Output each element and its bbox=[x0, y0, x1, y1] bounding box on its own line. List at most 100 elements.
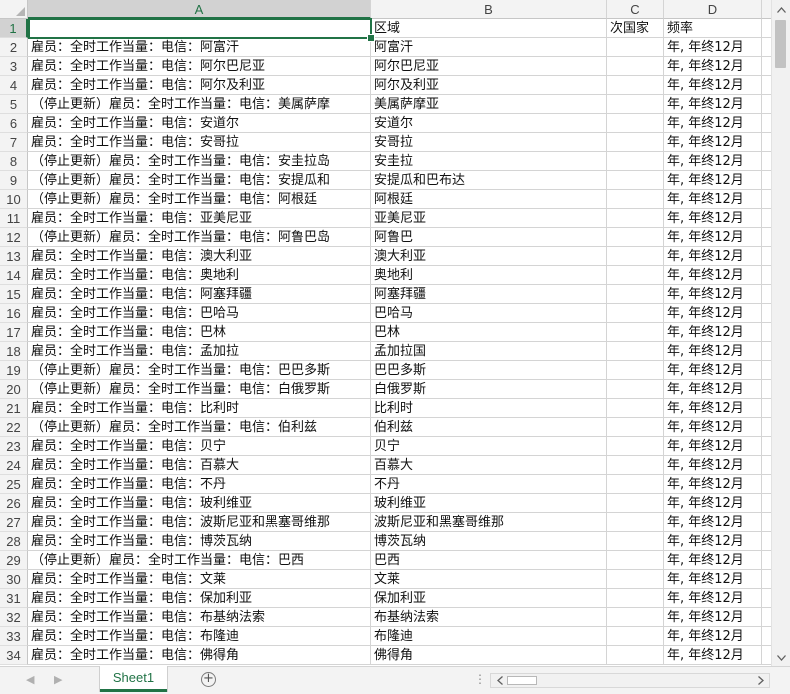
cell-e21[interactable] bbox=[762, 399, 771, 418]
row-header-16[interactable]: 16 bbox=[0, 304, 28, 323]
fill-handle[interactable] bbox=[367, 34, 375, 42]
cell-d29[interactable]: 年, 年终12月 bbox=[664, 551, 762, 570]
cell-b23[interactable]: 贝宁 bbox=[371, 437, 607, 456]
cell-a25[interactable]: 雇员：全时工作当量：电信：不丹 bbox=[28, 475, 371, 494]
row-header-24[interactable]: 24 bbox=[0, 456, 28, 475]
cell-d21[interactable]: 年, 年终12月 bbox=[664, 399, 762, 418]
cell-a6[interactable]: 雇员：全时工作当量：电信：安道尔 bbox=[28, 114, 371, 133]
scroll-right-button[interactable] bbox=[753, 674, 768, 687]
cell-d17[interactable]: 年, 年终12月 bbox=[664, 323, 762, 342]
cell-c18[interactable] bbox=[607, 342, 664, 361]
cell-a15[interactable]: 雇员：全时工作当量：电信：阿塞拜疆 bbox=[28, 285, 371, 304]
row-header-21[interactable]: 21 bbox=[0, 399, 28, 418]
sheet-tab-sheet1[interactable]: Sheet1 bbox=[100, 666, 167, 692]
cell-c2[interactable] bbox=[607, 38, 664, 57]
cell-c6[interactable] bbox=[607, 114, 664, 133]
prev-sheet-arrow-icon[interactable]: ◀ bbox=[26, 673, 34, 686]
cell-e17[interactable] bbox=[762, 323, 771, 342]
cell-b11[interactable]: 亚美尼亚 bbox=[371, 209, 607, 228]
cell-c13[interactable] bbox=[607, 247, 664, 266]
cell-d16[interactable]: 年, 年终12月 bbox=[664, 304, 762, 323]
cell-d3[interactable]: 年, 年终12月 bbox=[664, 57, 762, 76]
cell-c5[interactable] bbox=[607, 95, 664, 114]
row-header-17[interactable]: 17 bbox=[0, 323, 28, 342]
cell-c10[interactable] bbox=[607, 190, 664, 209]
cell-b21[interactable]: 比利时 bbox=[371, 399, 607, 418]
next-sheet-arrow-icon[interactable]: ▶ bbox=[54, 673, 62, 686]
row-header-23[interactable]: 23 bbox=[0, 437, 28, 456]
cell-e1[interactable] bbox=[762, 19, 771, 38]
cell-c26[interactable] bbox=[607, 494, 664, 513]
cell-a21[interactable]: 雇员：全时工作当量：电信：比利时 bbox=[28, 399, 371, 418]
cell-b17[interactable]: 巴林 bbox=[371, 323, 607, 342]
row-header-22[interactable]: 22 bbox=[0, 418, 28, 437]
cell-e19[interactable] bbox=[762, 361, 771, 380]
cell-d10[interactable]: 年, 年终12月 bbox=[664, 190, 762, 209]
cell-a16[interactable]: 雇员：全时工作当量：电信：巴哈马 bbox=[28, 304, 371, 323]
cell-a32[interactable]: 雇员：全时工作当量：电信：布基纳法索 bbox=[28, 608, 371, 627]
column-header-b[interactable]: B bbox=[371, 0, 607, 19]
cell-c30[interactable] bbox=[607, 570, 664, 589]
scroll-down-button[interactable] bbox=[772, 649, 790, 666]
cell-c4[interactable] bbox=[607, 76, 664, 95]
cell-b30[interactable]: 文莱 bbox=[371, 570, 607, 589]
cell-a28[interactable]: 雇员：全时工作当量：电信：博茨瓦纳 bbox=[28, 532, 371, 551]
row-header-5[interactable]: 5 bbox=[0, 95, 28, 114]
cell-e29[interactable] bbox=[762, 551, 771, 570]
cell-a2[interactable]: 雇员：全时工作当量：电信：阿富汗 bbox=[28, 38, 371, 57]
cell-c12[interactable] bbox=[607, 228, 664, 247]
spreadsheet-grid[interactable]: ABCDE 1区域次国家频率2雇员：全时工作当量：电信：阿富汗阿富汗年, 年终1… bbox=[0, 0, 771, 666]
cell-a31[interactable]: 雇员：全时工作当量：电信：保加利亚 bbox=[28, 589, 371, 608]
cell-e12[interactable] bbox=[762, 228, 771, 247]
cell-d8[interactable]: 年, 年终12月 bbox=[664, 152, 762, 171]
row-header-13[interactable]: 13 bbox=[0, 247, 28, 266]
cell-d25[interactable]: 年, 年终12月 bbox=[664, 475, 762, 494]
cell-e18[interactable] bbox=[762, 342, 771, 361]
cell-e14[interactable] bbox=[762, 266, 771, 285]
cell-a5[interactable]: （停止更新）雇员：全时工作当量：电信：美属萨摩 bbox=[28, 95, 371, 114]
cell-e28[interactable] bbox=[762, 532, 771, 551]
cell-a27[interactable]: 雇员：全时工作当量：电信：波斯尼亚和黑塞哥维那 bbox=[28, 513, 371, 532]
cell-e3[interactable] bbox=[762, 57, 771, 76]
cell-c25[interactable] bbox=[607, 475, 664, 494]
cell-c24[interactable] bbox=[607, 456, 664, 475]
cell-a17[interactable]: 雇员：全时工作当量：电信：巴林 bbox=[28, 323, 371, 342]
cell-a24[interactable]: 雇员：全时工作当量：电信：百慕大 bbox=[28, 456, 371, 475]
cell-e24[interactable] bbox=[762, 456, 771, 475]
cell-e7[interactable] bbox=[762, 133, 771, 152]
cell-b24[interactable]: 百慕大 bbox=[371, 456, 607, 475]
cell-c27[interactable] bbox=[607, 513, 664, 532]
row-header-27[interactable]: 27 bbox=[0, 513, 28, 532]
cell-e4[interactable] bbox=[762, 76, 771, 95]
cell-c7[interactable] bbox=[607, 133, 664, 152]
cell-b15[interactable]: 阿塞拜疆 bbox=[371, 285, 607, 304]
cell-d7[interactable]: 年, 年终12月 bbox=[664, 133, 762, 152]
cell-a33[interactable]: 雇员：全时工作当量：电信：布隆迪 bbox=[28, 627, 371, 646]
cell-c11[interactable] bbox=[607, 209, 664, 228]
cell-d13[interactable]: 年, 年终12月 bbox=[664, 247, 762, 266]
cell-b33[interactable]: 布隆迪 bbox=[371, 627, 607, 646]
cell-b6[interactable]: 安道尔 bbox=[371, 114, 607, 133]
row-header-26[interactable]: 26 bbox=[0, 494, 28, 513]
cell-d23[interactable]: 年, 年终12月 bbox=[664, 437, 762, 456]
cell-b12[interactable]: 阿鲁巴 bbox=[371, 228, 607, 247]
row-header-2[interactable]: 2 bbox=[0, 38, 28, 57]
cell-e6[interactable] bbox=[762, 114, 771, 133]
cell-b5[interactable]: 美属萨摩亚 bbox=[371, 95, 607, 114]
row-header-7[interactable]: 7 bbox=[0, 133, 28, 152]
cell-b29[interactable]: 巴西 bbox=[371, 551, 607, 570]
cell-c1[interactable]: 次国家 bbox=[607, 19, 664, 38]
row-header-30[interactable]: 30 bbox=[0, 570, 28, 589]
cell-e26[interactable] bbox=[762, 494, 771, 513]
cell-e2[interactable] bbox=[762, 38, 771, 57]
column-header-a[interactable]: A bbox=[28, 0, 371, 19]
cell-b1[interactable]: 区域 bbox=[371, 19, 607, 38]
cell-b26[interactable]: 玻利维亚 bbox=[371, 494, 607, 513]
cell-d15[interactable]: 年, 年终12月 bbox=[664, 285, 762, 304]
cell-a4[interactable]: 雇员：全时工作当量：电信：阿尔及利亚 bbox=[28, 76, 371, 95]
cell-d2[interactable]: 年, 年终12月 bbox=[664, 38, 762, 57]
row-header-34[interactable]: 34 bbox=[0, 646, 28, 665]
cell-e23[interactable] bbox=[762, 437, 771, 456]
cell-b25[interactable]: 不丹 bbox=[371, 475, 607, 494]
row-header-8[interactable]: 8 bbox=[0, 152, 28, 171]
